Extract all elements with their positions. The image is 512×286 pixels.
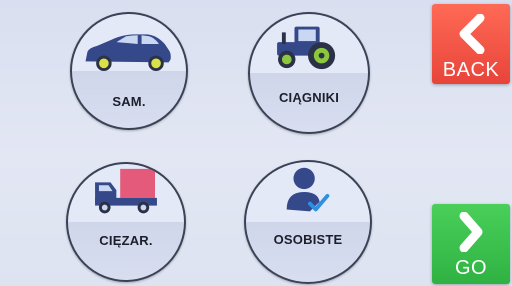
back-button[interactable]: BACK — [432, 4, 510, 84]
tractor-icon — [277, 26, 336, 70]
go-button[interactable]: GO — [432, 204, 510, 284]
back-label: BACK — [442, 59, 500, 81]
chevron-right-icon — [459, 212, 483, 252]
osobiste-button[interactable]: OSOBISTE — [244, 160, 372, 284]
car-icon — [85, 34, 171, 72]
ciezar-button[interactable]: CIĘZAR. — [66, 162, 186, 282]
truck-icon — [95, 168, 157, 214]
person-check-icon — [286, 167, 330, 212]
sam-label: SAM. — [112, 94, 146, 109]
sam-button[interactable]: SAM. — [70, 12, 188, 130]
screen: SAM. CIĄGNIKI CIĘZAR. OSOBISTE BACK GO — [0, 0, 512, 286]
ciezar-label: CIĘZAR. — [99, 233, 153, 248]
ciagniki-button[interactable]: CIĄGNIKI — [248, 12, 370, 134]
chevron-left-icon — [459, 14, 485, 54]
ciagniki-label: CIĄGNIKI — [278, 90, 340, 105]
go-label: GO — [454, 257, 488, 279]
osobiste-label: OSOBISTE — [273, 232, 343, 247]
